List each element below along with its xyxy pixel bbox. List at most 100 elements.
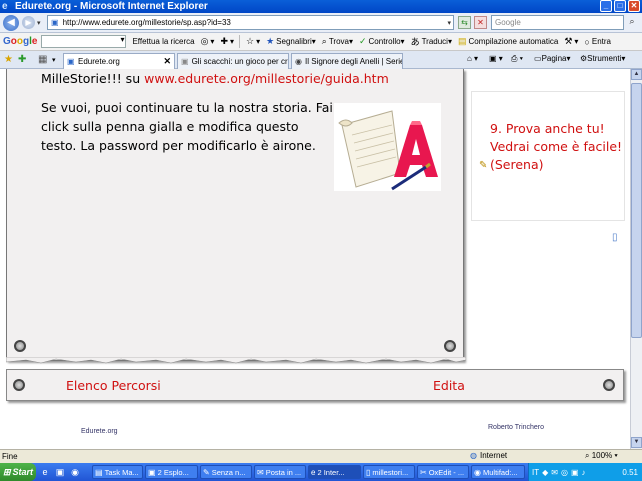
tab-label: Gli scacchi: un gioco per cres... <box>191 57 288 66</box>
tab-page-icon: ▣ <box>67 56 75 66</box>
media-quicklaunch-icon[interactable]: ◉ <box>69 466 81 478</box>
scroll-up-arrow-icon[interactable]: ▲ <box>631 69 642 80</box>
zoom-control[interactable]: ⌕ 100% ▾ <box>585 451 618 461</box>
pin-icon <box>14 340 26 352</box>
tab-close-icon[interactable]: ✕ <box>163 56 171 67</box>
toolbar-divider <box>239 35 240 48</box>
scroll-thumb[interactable] <box>631 83 642 338</box>
story-paper: MilleStorie!!! su www.edurete.org/milles… <box>6 69 464 361</box>
pin-icon <box>444 340 456 352</box>
autofill-button[interactable]: ▤ Compilazione automatica <box>458 36 558 47</box>
google-search-button[interactable]: Effettua la ricerca <box>132 37 194 46</box>
document-icon[interactable]: ▯ <box>612 232 618 243</box>
feeds-icon[interactable]: ▣ ▾ <box>489 54 503 63</box>
tab-edurete[interactable]: ▣ Edurete.org ✕ <box>63 53 175 69</box>
google-search-input[interactable] <box>41 35 127 48</box>
windows-logo-icon: ⊞ <box>3 466 11 477</box>
status-bar: Fine ◍ Internet ⌕ 100% ▾ <box>0 449 642 463</box>
quick-tabs-icon[interactable]: ▦ <box>38 54 47 65</box>
favorites-star-icon[interactable]: ★ <box>4 54 13 65</box>
page-menu[interactable]: ▭ Pagina ▾ <box>534 54 571 63</box>
tab-page-icon: ▣ <box>181 56 189 66</box>
tray-icon[interactable]: ◆ <box>542 468 548 477</box>
story-illustration <box>334 103 441 191</box>
task-button[interactable]: ◉ Multifad:... <box>471 465 525 479</box>
footer-site-name: Edurete.org <box>81 428 118 435</box>
guide-link[interactable]: www.edurete.org/millestorie/guida.htm <box>144 71 389 86</box>
pin-icon <box>603 379 615 391</box>
add-favorites-icon[interactable]: ✚ <box>18 54 26 65</box>
scroll-down-arrow-icon[interactable]: ▼ <box>631 437 642 448</box>
bookmarks-button[interactable]: ★ Segnalibri ▾ <box>266 36 316 47</box>
search-icon[interactable]: ⌕ <box>626 16 638 29</box>
task-button[interactable]: ✎ Senza n... <box>200 465 252 479</box>
minimize-button[interactable]: _ <box>600 0 612 12</box>
wrench-icon[interactable]: ⚒ ▾ <box>564 36 578 47</box>
task-button[interactable]: ▯ millestori... <box>363 465 415 479</box>
tab-bar: ★ ✚ ▦ ▾ ▣ Edurete.org ✕ ▣ Gli scacchi: u… <box>0 51 642 69</box>
pin-icon <box>13 379 25 391</box>
task-button[interactable]: ▣ 2 Esplo... <box>145 465 198 479</box>
ie-logo-icon: e <box>2 0 8 12</box>
maximize-button[interactable]: □ <box>614 0 626 12</box>
task-button[interactable]: ▤ Task Ma... <box>92 465 143 479</box>
window-title: Edurete.org - Microsoft Internet Explore… <box>15 1 208 12</box>
forward-button[interactable]: ▶ <box>22 16 35 29</box>
status-text: Fine <box>2 452 18 461</box>
stop-button[interactable]: ✕ <box>474 16 487 29</box>
footer-author: Roberto Trinchero <box>488 424 545 431</box>
pencil-icon[interactable]: ✎ <box>479 160 487 171</box>
task-button[interactable]: ✂ OxEdit - ... <box>417 465 469 479</box>
back-button[interactable]: ◀ <box>3 14 19 31</box>
print-icon[interactable]: ⎙ ▾ <box>511 54 523 64</box>
taskbar: ⊞ Start e ▣ ◉ ▤ Task Ma... ▣ 2 Esplo... ✎ S… <box>0 463 642 481</box>
window-controls: _ □ ✕ <box>600 0 640 12</box>
title-bar: e Edurete.org - Microsoft Internet Explo… <box>0 0 642 13</box>
tab-label: Edurete.org <box>78 57 120 66</box>
google-logo: Google <box>3 36 38 47</box>
start-button[interactable]: ⊞ Start <box>0 463 36 481</box>
refresh-button[interactable]: ⇆ <box>458 16 471 29</box>
home-icon[interactable]: ⌂ ▾ <box>467 54 478 63</box>
share-icon[interactable]: ✚ ▾ <box>220 36 234 47</box>
task-button[interactable]: ✉ Posta in ... <box>254 465 306 479</box>
tab-signore-anelli[interactable]: ◉ Il Signore degli Anelli | Serie ... <box>291 53 403 69</box>
navigation-strip: Elenco Percorsi Edita <box>6 369 624 401</box>
clock: 0.51 <box>622 467 638 477</box>
url-text: http://www.edurete.org/millestorie/sp.as… <box>62 18 231 27</box>
folder-quicklaunch-icon[interactable]: ▣ <box>54 466 66 478</box>
bookmark-icon[interactable]: ☆ ▾ <box>246 36 260 47</box>
address-bar: ◀ ▶ ▾ ▣ http://www.edurete.org/millestor… <box>0 13 642 33</box>
url-field[interactable]: ▣ http://www.edurete.org/millestorie/sp.… <box>47 15 454 30</box>
elenco-percorsi-link[interactable]: Elenco Percorsi <box>66 378 161 393</box>
edita-link[interactable]: Edita <box>433 378 465 393</box>
tray-icon[interactable]: ✉ <box>551 468 558 477</box>
page-icon: ▣ <box>51 18 59 27</box>
tray-icon[interactable]: ◎ <box>561 468 568 477</box>
security-zone: ◍ Internet <box>470 451 507 460</box>
find-button[interactable]: ⌕ Trova ▾ <box>322 36 353 47</box>
tools-menu[interactable]: ⚙ Strumenti ▾ <box>580 54 625 63</box>
tray-icon[interactable]: ▣ <box>571 468 579 477</box>
paper-torn-edge <box>6 357 466 364</box>
ie-quicklaunch-icon[interactable]: e <box>39 466 51 478</box>
search-placeholder: Google <box>495 18 521 27</box>
popup-blocker-icon[interactable]: ◎ ▾ <box>201 36 215 47</box>
vertical-scrollbar[interactable]: ▲ ▼ <box>630 69 642 449</box>
intro-line: MilleStorie!!! su www.edurete.org/milles… <box>41 71 389 86</box>
zone-label: Internet <box>479 451 508 460</box>
search-input[interactable]: Google <box>491 15 624 30</box>
translate-button[interactable]: あ Traduci ▾ <box>411 35 452 48</box>
tab-list-dropdown-icon[interactable]: ▾ <box>52 56 56 64</box>
lang-icon[interactable]: IT <box>532 468 539 477</box>
google-toolbar: Google Effettua la ricerca ◎▾ ✚▾ ☆▾ ★Seg… <box>0 33 642 51</box>
spellcheck-button[interactable]: ✓ Controllo ▾ <box>359 36 405 47</box>
page-content: MilleStorie!!! su www.edurete.org/milles… <box>0 69 630 449</box>
close-button[interactable]: ✕ <box>628 0 640 12</box>
task-button[interactable]: e2 Inter... <box>308 465 361 479</box>
url-dropdown-icon[interactable]: ▾ <box>447 19 451 27</box>
volume-icon[interactable]: ♪ <box>582 468 586 477</box>
tab-scacchi[interactable]: ▣ Gli scacchi: un gioco per cres... <box>177 53 289 69</box>
signin-button[interactable]: ○ Entra <box>584 37 611 47</box>
history-dropdown-icon[interactable]: ▾ <box>37 19 41 27</box>
